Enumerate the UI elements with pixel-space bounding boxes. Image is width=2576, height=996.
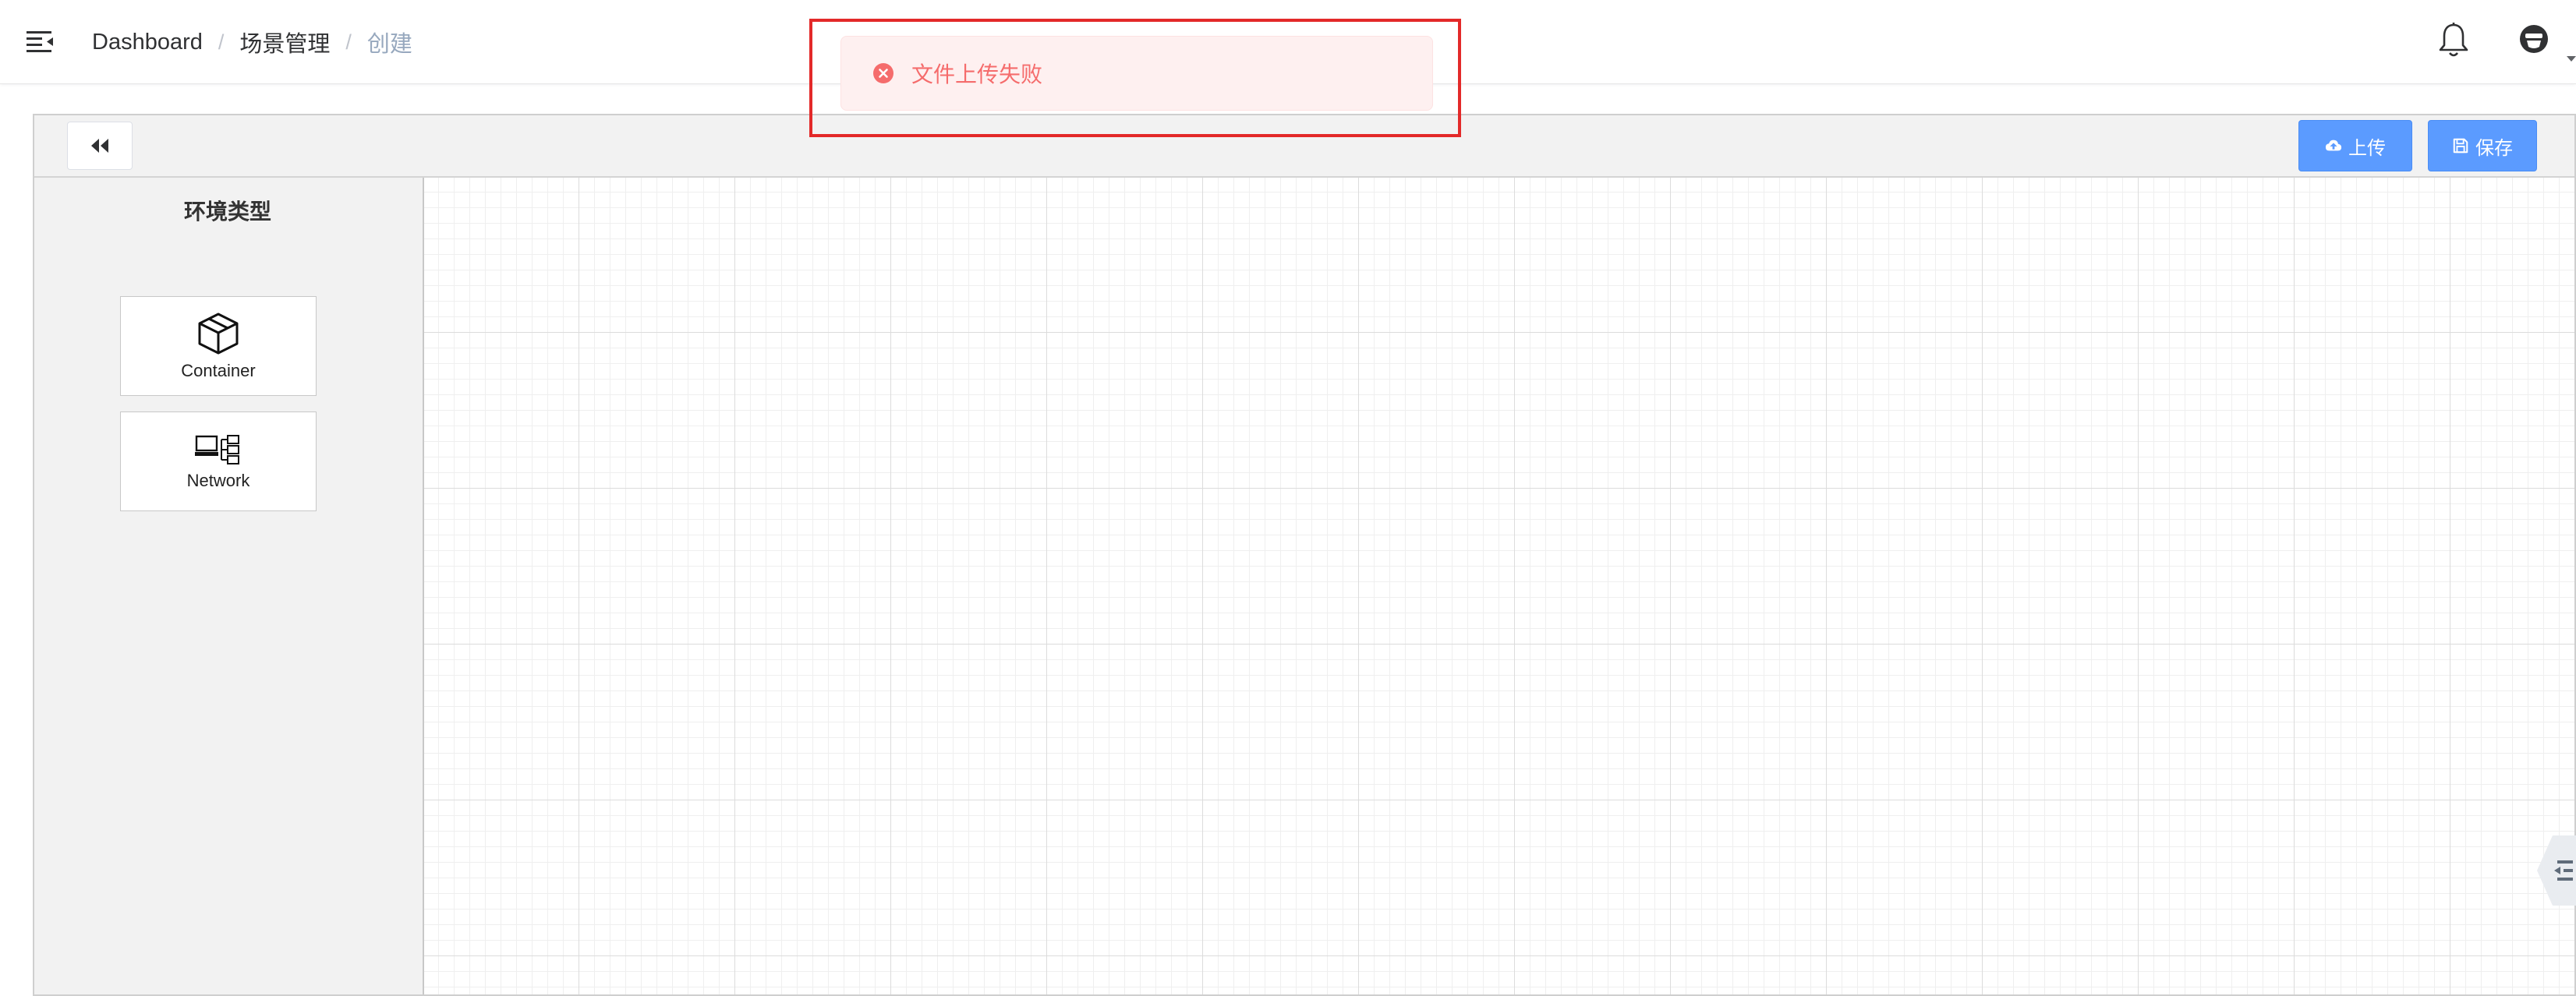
list-collapse-icon <box>2554 860 2573 881</box>
error-circle-icon <box>873 63 893 83</box>
save-button[interactable]: 保存 <box>2428 120 2537 171</box>
breadcrumb: Dashboard / 场景管理 / 创建 <box>92 26 412 58</box>
double-chevron-left-icon <box>91 139 108 153</box>
palette-item-container[interactable]: Container <box>120 296 317 396</box>
avatar[interactable] <box>2518 23 2549 55</box>
sidebar-toggle-icon[interactable] <box>27 30 55 53</box>
breadcrumb-separator: / <box>218 30 225 54</box>
palette-title: 环境类型 <box>183 200 271 224</box>
topology-editor: 上传 保存 环境类型 Container Network <box>33 114 2576 996</box>
graph-canvas[interactable] <box>424 178 2574 994</box>
palette-item-label: Network <box>186 471 250 490</box>
upload-button[interactable]: 上传 <box>2298 120 2412 171</box>
error-toast: 文件上传失败 <box>840 36 1433 111</box>
bell-icon[interactable] <box>2437 22 2470 59</box>
palette-item-network[interactable]: Network <box>120 411 317 511</box>
floppy-disk-icon <box>2453 138 2468 154</box>
toast-message: 文件上传失败 <box>911 62 1043 87</box>
breadcrumb-item-create: 创建 <box>366 32 412 57</box>
cloud-upload-icon <box>2325 140 2342 151</box>
breadcrumb-separator: / <box>345 30 352 54</box>
node-palette: 环境类型 Container Network <box>34 178 424 994</box>
collapse-palette-button[interactable] <box>67 122 133 170</box>
palette-item-label: Container <box>181 361 256 380</box>
chevron-down-icon[interactable] <box>2567 56 2576 62</box>
upload-button-label: 上传 <box>2348 137 2386 159</box>
network-icon <box>195 435 239 464</box>
cube-icon <box>198 313 239 355</box>
breadcrumb-item-dashboard[interactable]: Dashboard <box>92 30 203 55</box>
save-button-label: 保存 <box>2475 137 2513 159</box>
breadcrumb-item-scene-management[interactable]: 场景管理 <box>239 26 330 58</box>
